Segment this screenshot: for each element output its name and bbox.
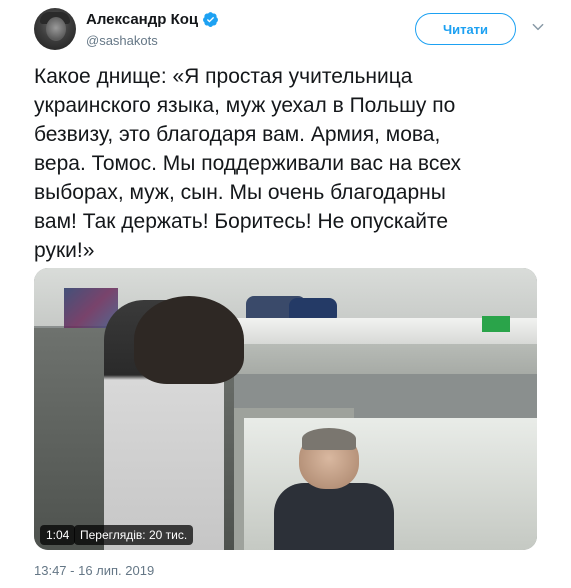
author-display-name-row[interactable]: Александр Коц	[86, 11, 219, 28]
chevron-down-icon[interactable]	[531, 20, 545, 34]
verified-badge-icon	[203, 12, 219, 27]
video-frame-woman-hair	[134, 296, 244, 384]
video-frame-rack-underside	[234, 344, 537, 374]
video-frame-man-hair	[302, 428, 356, 450]
video-frame-man-body	[274, 483, 394, 550]
video-duration-badge: 1:04	[40, 525, 76, 545]
author-display-name[interactable]: Александр Коц	[86, 11, 198, 28]
tweet-text: Какое днище: «Я простая учительница укра…	[34, 65, 462, 262]
tweet-header: Александр Коц @sashakots Читати	[34, 8, 544, 52]
follow-button[interactable]: Читати	[415, 13, 516, 45]
tweet-timestamp[interactable]: 13:47 - 16 лип. 2019	[34, 563, 154, 578]
author-handle[interactable]: @sashakots	[86, 33, 219, 48]
author-avatar[interactable]	[34, 8, 76, 50]
video-player[interactable]: 1:04 Переглядів: 20 тис.	[34, 268, 537, 550]
video-frame-exit-sign	[482, 316, 510, 332]
avatar-face-shape	[46, 17, 66, 41]
author-names: Александр Коц @sashakots	[86, 11, 219, 48]
video-views-badge: Переглядів: 20 тис.	[74, 525, 194, 545]
